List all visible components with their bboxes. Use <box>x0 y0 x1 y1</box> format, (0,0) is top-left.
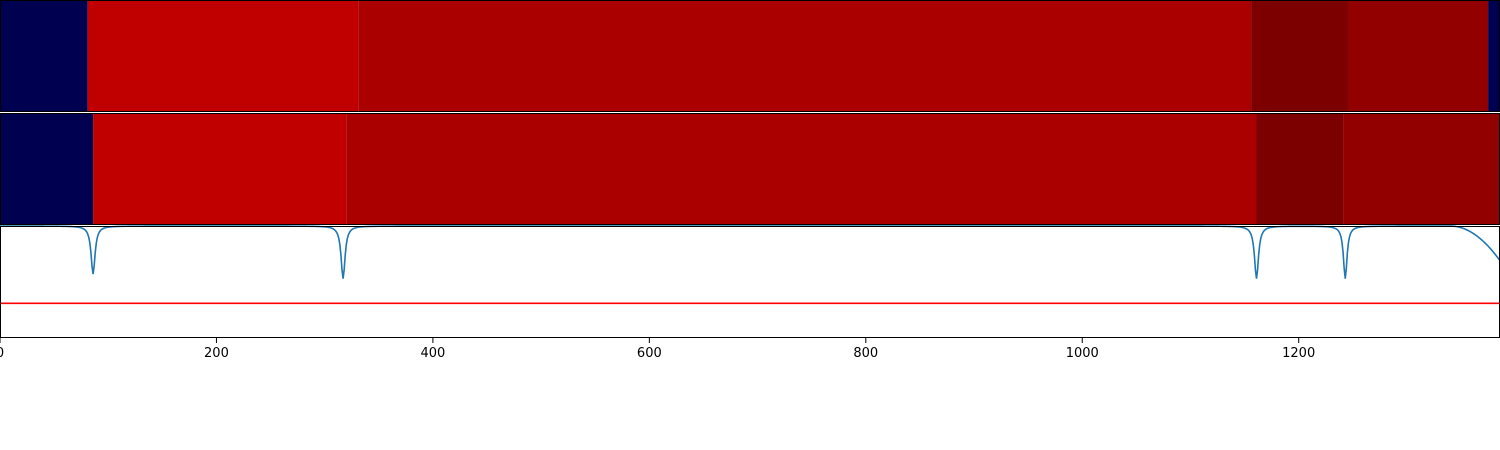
line-plot-frame <box>0 226 1500 338</box>
x-tick-label: 600 <box>637 346 662 361</box>
heatmap-cell-1-3 <box>358 0 1252 112</box>
heatmap-cell-2-1 <box>0 113 94 225</box>
heatmap-cell-2-2 <box>93 113 347 225</box>
heatmap-cell-1-2 <box>87 0 359 112</box>
x-tick-label: 1200 <box>1282 346 1315 361</box>
heatmap-top-panel <box>0 0 1500 112</box>
figure: 0 200 400 600 800 1000 1200 <box>0 0 1500 361</box>
heatmap-middle-panel <box>0 113 1500 225</box>
x-tick-label: 800 <box>853 346 878 361</box>
heatmap-cell-1-1 <box>0 0 88 112</box>
line-plot-panel: 0 200 400 600 800 1000 1200 <box>0 225 1500 361</box>
x-tick-label: 0 <box>0 346 4 361</box>
heatmap-cell-2-5 <box>1343 113 1500 225</box>
heatmap-cell-1-4 <box>1251 0 1349 112</box>
x-tick-label: 1000 <box>1066 346 1099 361</box>
heatmap-cell-2-4 <box>1256 113 1344 225</box>
heatmap-cell-1-6 <box>1488 0 1500 112</box>
x-axis: 0 200 400 600 800 1000 1200 <box>0 338 1315 361</box>
x-tick-label: 400 <box>420 346 445 361</box>
series-line <box>0 225 1500 279</box>
heatmap-cell-1-5 <box>1348 0 1489 112</box>
heatmap-cell-2-3 <box>346 113 1257 225</box>
x-tick-label: 200 <box>204 346 229 361</box>
